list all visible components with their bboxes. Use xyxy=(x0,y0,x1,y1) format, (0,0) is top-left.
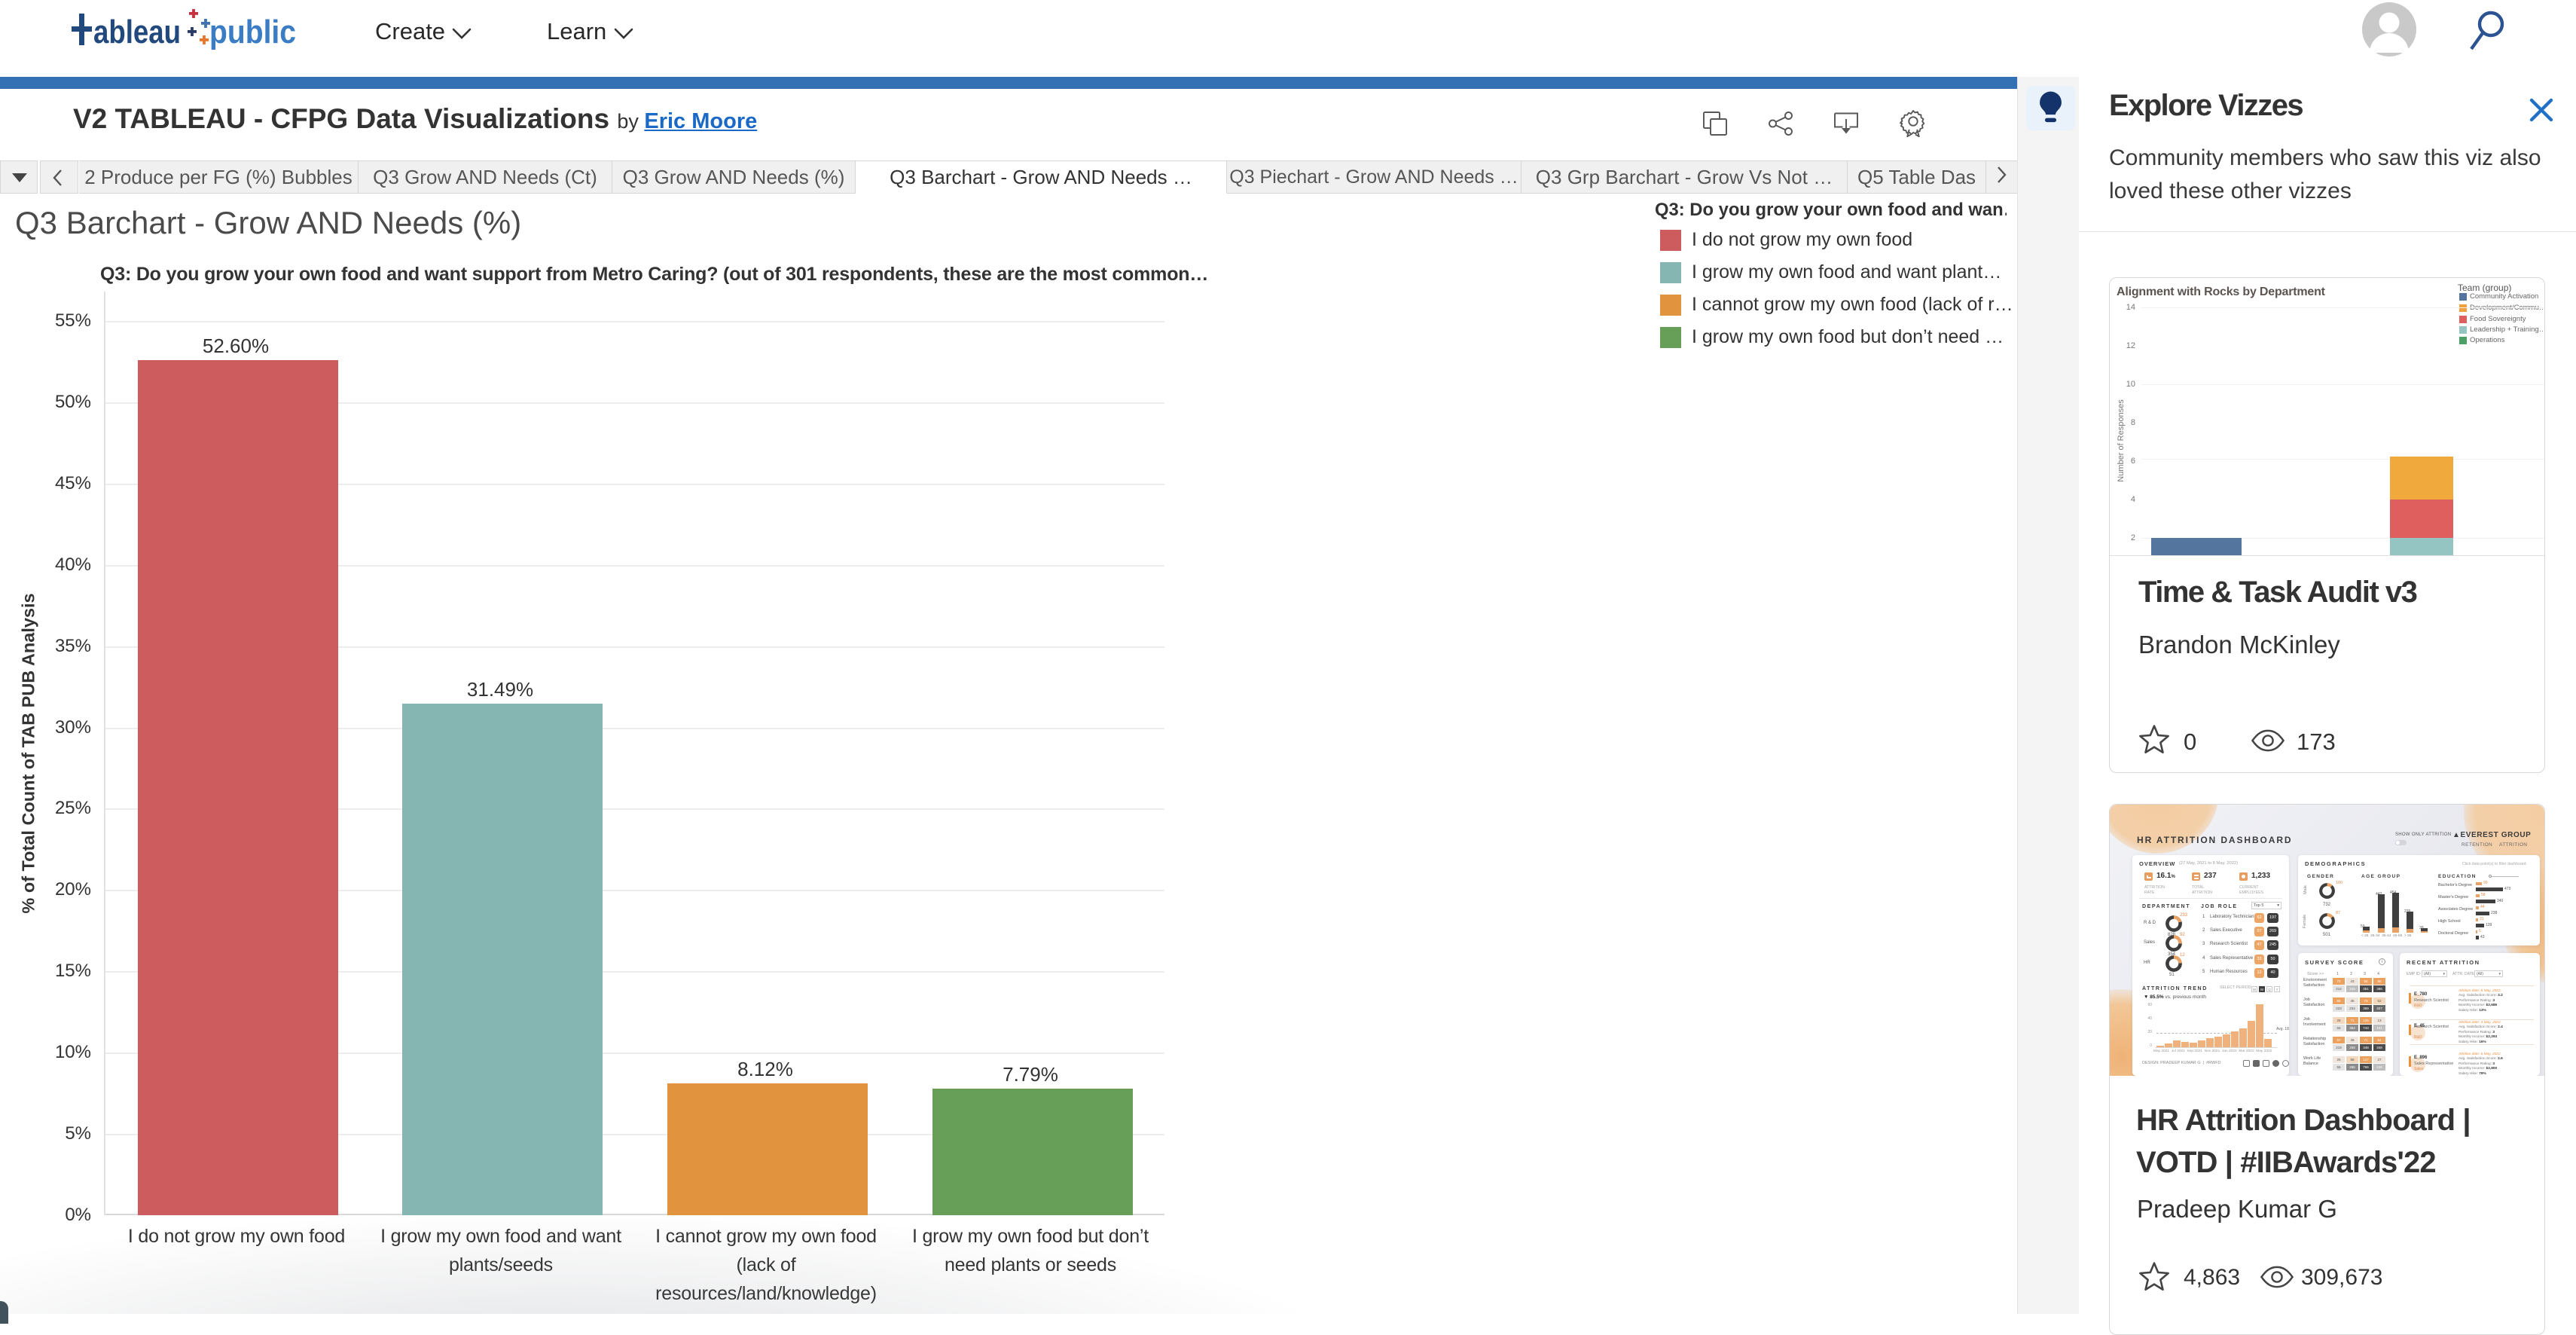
svg-text:public: public xyxy=(209,14,296,50)
svg-text:ableau: ableau xyxy=(93,14,181,50)
